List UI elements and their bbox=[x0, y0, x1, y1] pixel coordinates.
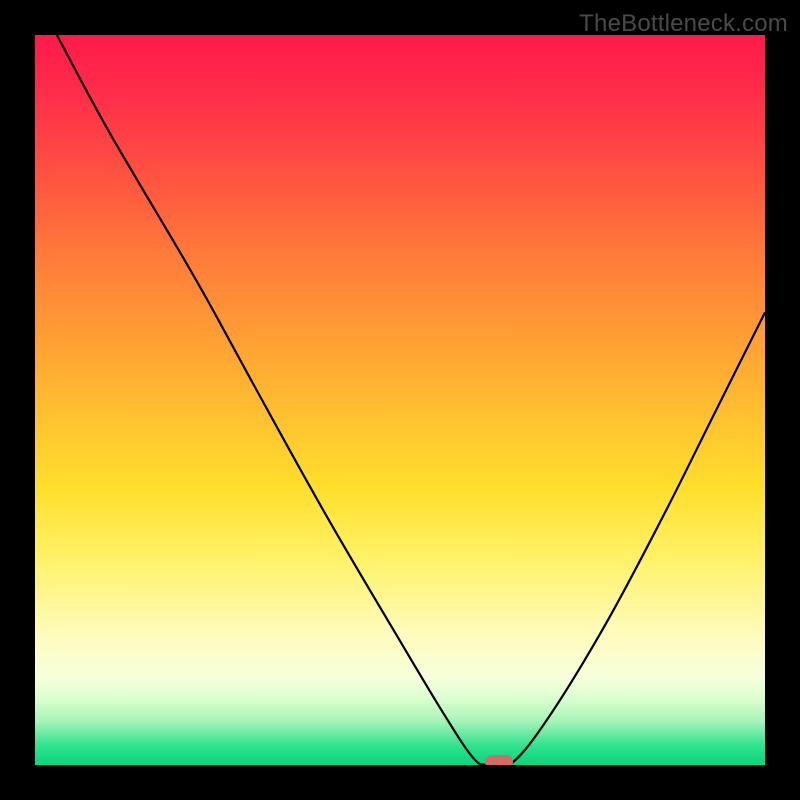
watermark-text: TheBottleneck.com bbox=[579, 10, 788, 38]
chart-container: TheBottleneck.com bbox=[0, 0, 800, 800]
plot-area bbox=[35, 35, 765, 765]
curve-layer bbox=[35, 35, 765, 765]
bottleneck-curve bbox=[57, 35, 765, 765]
optimal-marker bbox=[485, 755, 513, 765]
